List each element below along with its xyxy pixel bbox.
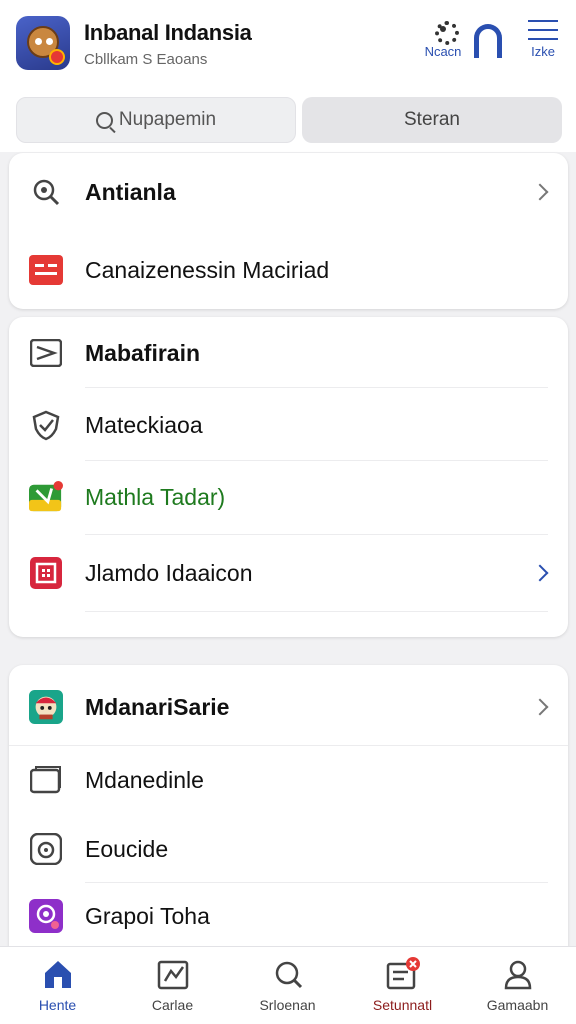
search-input[interactable]: Nupapemin (16, 97, 296, 143)
list-item[interactable]: Jlamdo Idaaicon (9, 535, 568, 611)
menu-button[interactable]: Izke (520, 18, 566, 59)
chevron-right-icon (531, 564, 549, 582)
red-card-icon (29, 253, 63, 287)
list-item-label: MdanariSarie (85, 693, 230, 720)
logo-badge-icon (49, 49, 65, 65)
list-item-label: Eoucide (85, 835, 169, 862)
list-item-label: Grapoi Toha (85, 902, 210, 929)
shield-check-icon (29, 408, 63, 442)
list-item-label: Mdanedinle (85, 766, 204, 793)
chevron-right-icon (531, 183, 549, 201)
search-icon (95, 111, 113, 129)
arch-button[interactable] (470, 24, 506, 58)
bottom-nav: Hente Carlae Srloenan Setunnatl Gamaabn (0, 946, 576, 1024)
list-item[interactable]: MdanariSarie (9, 669, 568, 745)
nav-calendar-label: Carlae (151, 997, 194, 1013)
flag-icon (29, 336, 63, 370)
nav-search-label: Srloenan (259, 997, 316, 1013)
section-card-2: Mabafirain Mateckiaoa Mathla Tadar) Jlam… (9, 317, 568, 637)
folder-icon (29, 763, 63, 797)
nav-calendar[interactable]: Carlae (115, 957, 230, 1013)
camera-icon (29, 832, 63, 866)
nav-list-label: Setunnatl (372, 997, 433, 1013)
search-icon (271, 957, 305, 991)
nav-home[interactable]: Hente (0, 957, 115, 1013)
arch-icon (474, 24, 502, 58)
app-subtitle: Cbllkam S Eaoans (84, 51, 208, 68)
app-title: Inbanal Indansia (84, 20, 252, 45)
list-item-label: Jlamdo Idaaicon (85, 559, 253, 586)
list-item[interactable]: Mdanedinle (9, 745, 568, 815)
gear-icon (432, 18, 459, 45)
nav-list[interactable]: Setunnatl (345, 957, 460, 1013)
list-item[interactable]: Canaizenessin Maciriad (9, 231, 568, 309)
chevron-right-icon (531, 698, 549, 716)
nav-home-label: Hente (38, 997, 77, 1013)
character-icon (29, 690, 63, 724)
list-item[interactable]: Eoucide (9, 815, 568, 883)
magnifier-icon (29, 175, 63, 209)
section-card-3: MdanariSarie Mdanedinle Eoucide Grapoi T… (9, 665, 568, 950)
menu-label: Izke (531, 44, 555, 59)
list-item[interactable]: Mateckiaoa (9, 389, 568, 461)
list-item-label: Mabafirain (85, 339, 201, 366)
calendar-icon (156, 957, 190, 991)
stream-button[interactable]: Steran (302, 97, 562, 143)
list-item-label: Antianla (85, 178, 176, 205)
settings-button[interactable]: Ncacn (408, 18, 478, 59)
nav-search[interactable]: Srloenan (230, 957, 345, 1013)
green-game-icon (29, 480, 63, 514)
profile-icon (501, 957, 535, 991)
nav-profile[interactable]: Gamaabn (460, 957, 575, 1013)
nav-profile-label: Gamaabn (486, 997, 549, 1013)
list-item[interactable]: Mathla Tadar) (9, 461, 568, 533)
search-placeholder: Nupapemin (118, 109, 217, 130)
red-grid-icon (29, 556, 63, 590)
app-header: Inbanal Indansia Cbllkam S Eaoans Ncacn … (0, 0, 576, 152)
list-item-label: Canaizenessin Maciriad (85, 256, 330, 283)
app-logo[interactable] (16, 16, 70, 70)
divider (85, 387, 548, 388)
list-item[interactable]: Mabafirain (9, 317, 568, 389)
list-icon (386, 957, 420, 991)
section-card-1: Antianla Canaizenessin Maciriad (9, 153, 568, 309)
list-item[interactable]: Grapoi Toha (9, 883, 568, 949)
home-icon (41, 957, 75, 991)
stream-button-label: Steran (404, 109, 460, 130)
settings-label: Ncacn (424, 44, 462, 59)
purple-app-icon (29, 899, 63, 933)
menu-icon (528, 20, 558, 40)
list-item-label: Mathla Tadar) (85, 483, 226, 510)
divider (85, 611, 548, 612)
list-item-label: Mateckiaoa (85, 411, 203, 438)
list-item[interactable]: Antianla (9, 153, 568, 231)
